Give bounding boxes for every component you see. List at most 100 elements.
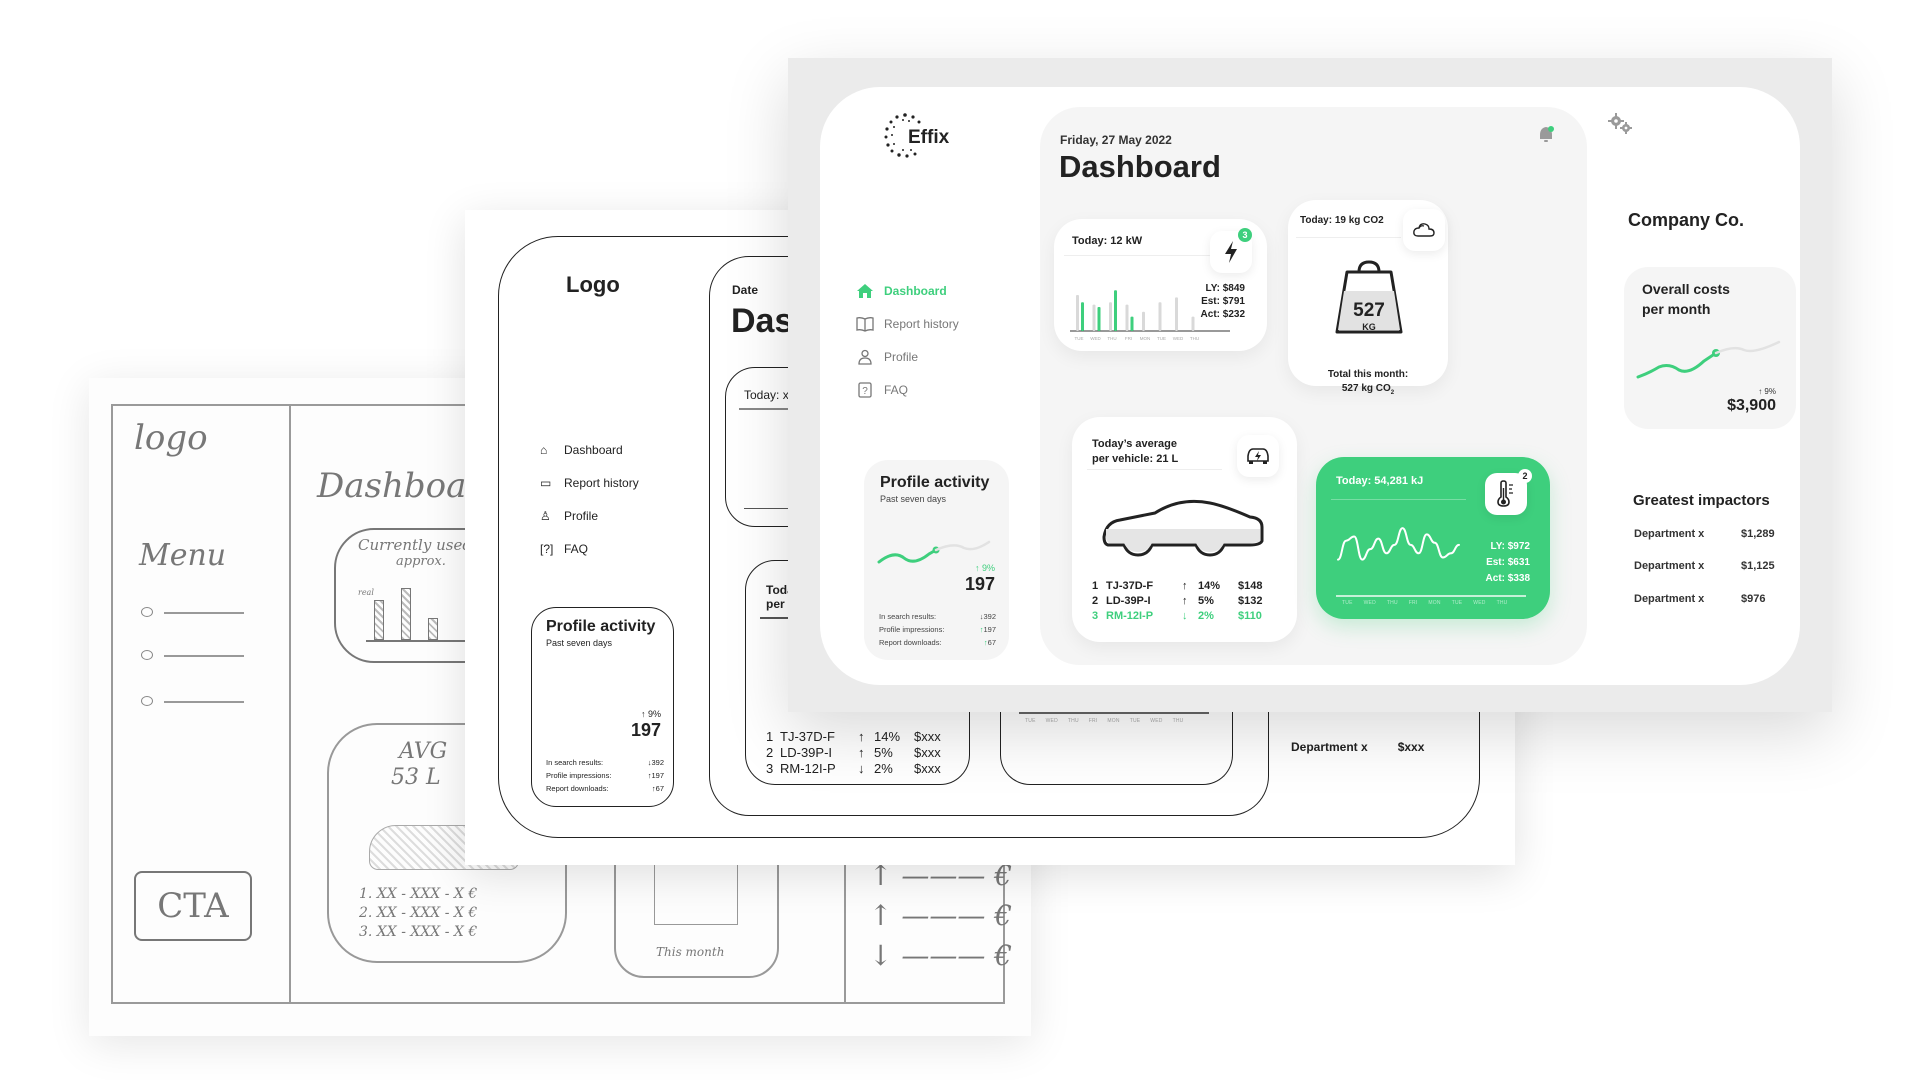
wire-nav-profile: ♙ Profile [540,500,639,533]
lightning-icon [1225,241,1237,263]
vehicle-card[interactable]: Today’s average per vehicle: 21 L 1 TJ-37… [1072,417,1297,642]
vehicle-title: Today’s average [1092,438,1177,450]
energy-bar-reference [1158,302,1162,331]
energy-day-label: WED [1090,336,1101,341]
day-label: THU [1386,600,1398,606]
day-label: FRI [1088,718,1098,724]
day-label: MON [1428,600,1441,606]
wire-nav-report-history: ▭ Report history [540,467,639,500]
wire-vehicle-list: 1 TJ-37D-F ↑ 14% $xxx 2 LD-39P-I ↑ 5% $xxx 3 RM-1… [766,729,941,777]
energy-bar-actual [1114,290,1117,331]
energy-bar-reference [1142,311,1145,331]
energy-day-label: MON [1140,336,1151,341]
app-window: Effix Dashboard Report history Profile ?… [820,87,1800,685]
heat-badge: 2 [1518,469,1532,483]
notification-dot [1548,126,1554,132]
profile-value: 197 [964,574,995,594]
energy-bar-reference [1076,295,1079,331]
home-icon: ⌂ [540,443,548,457]
day-label: TUE [1025,718,1036,724]
sketch-logo: logo [134,418,208,458]
vehicle-row[interactable]: 3 RM-12I-P ↓ 2% $110 [1092,609,1262,624]
home-icon [857,284,873,298]
sketch-bar [374,600,384,640]
question-icon: ? [858,382,872,398]
impactors-title: Greatest impactors [1633,492,1770,509]
wire-vehicle-row: 2 LD-39P-I ↑ 5% $xxx [766,745,941,760]
sketch-row: 1. XX - XXX - X € [359,886,478,902]
co2-icon-box[interactable] [1403,209,1445,251]
profile-change: ↑ 9% [974,563,995,573]
day-label: MON [1107,718,1120,724]
profile-activity-card[interactable]: Profile activity Past seven days ↑ 9% 19… [864,460,1009,660]
heat-energy-card[interactable]: Today: 54,281 kJ 2 LY: $972 Est: $631 Ac… [1316,457,1550,619]
day-label: WED [1045,718,1058,724]
thermometer-icon [1497,480,1513,507]
settings-button[interactable] [1607,112,1635,141]
vehicle-list: 1 TJ-37D-F ↑ 14% $148 2 LD-39P-I ↑ 5% $132 3 RM-1… [1092,579,1262,624]
heat-line [1337,527,1460,561]
energy-bar-actual [1130,316,1134,331]
sketch-note: approx. [396,554,446,569]
profile-stat-row: In search results: ↓392 [879,612,996,621]
question-icon: [?] [540,542,554,556]
sketch-note: This month [656,945,725,959]
wire-day-labels: TUE WED THU FRI MON TUE WED THU [1025,718,1183,724]
energy-bar-reference [1109,302,1112,331]
energy-act: Act: $232 [1200,309,1245,320]
nav-profile[interactable]: Profile [856,349,918,365]
energy-day-label: FRI [1125,336,1132,341]
sketch-row: 2. XX - XXX - X € [359,905,478,921]
sketch-impactor-row: ↑ ——— € [869,899,1013,932]
energy-bar-reference [1125,304,1129,331]
sketch-bullet-icon [141,650,153,660]
wire-vehicle-row: 3 RM-12I-P ↓ 2% $xxx [766,761,941,776]
wire-profile-card: Profile activity Past seven days ↑ 9% 19… [531,607,674,807]
costs-value: $3,900 [1727,397,1776,414]
energy-day-label: TUE [1157,336,1166,341]
user-icon: ♙ [540,509,551,523]
vehicle-row[interactable]: 2 LD-39P-I ↑ 5% $132 [1092,594,1262,609]
sketch-bullet-icon [141,607,153,617]
co2-card[interactable]: Today: 19 kg CO2 527 KG Total this month… [1288,200,1448,396]
profile-activity-subtitle: Past seven days [880,494,947,504]
energy-title: Today: 12 kW [1072,235,1143,247]
vehicle-row[interactable]: 1 TJ-37D-F ↑ 14% $148 [1092,579,1262,594]
day-label: FRI [1408,600,1418,606]
co2-total-value: 527 kg CO2 [1341,383,1395,396]
energy-day-label: TUE [1075,336,1084,341]
book-icon: ▭ [540,476,552,490]
day-label: THU [1496,600,1508,606]
sketch-note: AVG [399,739,448,764]
sketch-line [164,612,244,614]
overall-costs-card[interactable]: Overall costs per month ↑ 9% $3,900 [1624,267,1796,429]
energy-bar-reference [1175,297,1178,331]
energy-badge: 3 [1238,228,1252,242]
impactor-row[interactable]: Department x $1,289 [1634,528,1775,540]
vehicle-icon-box[interactable] [1237,435,1279,477]
wire-stat-row: Report downloads: ↑67 [546,784,664,793]
co2-value: 527 [1353,300,1385,321]
wire-date: Date [732,283,759,297]
sketch-bar [401,588,411,640]
nav-faq[interactable]: ? FAQ [856,382,908,398]
costs-change: ↑ 9% [1758,387,1776,396]
notification-bell-button[interactable] [1536,125,1556,150]
energy-day-label: WED [1173,336,1184,341]
sketch-bar [428,618,438,640]
co2-title: Today: 19 kg CO2 [1300,215,1384,226]
wire-stat-row: In search results: ↓392 [546,758,664,767]
day-label: WED [1150,718,1163,724]
nav-dashboard[interactable]: Dashboard [856,283,947,299]
nav-report-history[interactable]: Report history [856,316,959,332]
energy-card[interactable]: Today: 12 kW 3 TUE WED THU FRI MON TUE WED THU … [1054,219,1267,351]
impactor-row[interactable]: Department x $1,125 [1634,560,1775,572]
profile-stat-row: Profile impressions: ↑197 [879,625,996,634]
impactor-row[interactable]: Department x $976 [1634,593,1765,605]
wire-nav-faq: [?] FAQ [540,533,639,566]
energy-ly: LY: $849 [1205,283,1245,294]
heat-est: Est: $631 [1486,557,1530,568]
brand-logo: Effix [878,109,949,163]
day-label: THU [1067,718,1079,724]
wire-vehicle-row: 1 TJ-37D-F ↑ 14% $xxx [766,729,941,744]
